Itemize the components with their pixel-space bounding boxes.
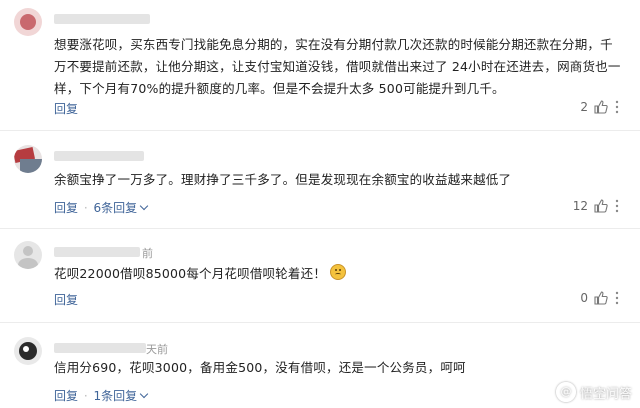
reply-button[interactable]: 回复 — [54, 102, 78, 116]
watermark-symbol: @ — [555, 382, 576, 402]
thumbs-up-icon[interactable] — [594, 100, 608, 114]
frowning-face-emoji-icon — [330, 264, 347, 280]
comment-text: 信用分690，花呗3000，备用金500，没有借呗，还是一个公务员，呵呵 — [54, 360, 466, 375]
chevron-down-icon — [139, 201, 149, 211]
replies-label: 1条回复 — [93, 389, 138, 403]
comment-text: 花呗22000借呗85000每个月花呗借呗轮着还！ — [54, 263, 622, 285]
avatar[interactable] — [14, 8, 42, 36]
comment-actions: 回复 — [54, 100, 78, 117]
like-control[interactable]: 12 — [573, 199, 620, 213]
watermark-logo: @ 悟空问答 — [555, 382, 632, 402]
comment-actions: 回复 · 1条回复 — [54, 387, 149, 404]
more-icon[interactable] — [614, 199, 620, 213]
view-replies-link[interactable]: 6条回复 — [93, 201, 149, 215]
username-redacted[interactable] — [54, 14, 150, 24]
like-count: 0 — [580, 291, 588, 305]
reply-button[interactable]: 回复 — [54, 201, 78, 215]
username-redacted[interactable] — [54, 151, 144, 161]
comment-actions: 回复 · 6条回复 — [54, 199, 149, 216]
thumbs-up-icon[interactable] — [594, 199, 608, 213]
comment-text: 想要涨花呗，买东西专门找能免息分期的，实在没有分期付款几次还款的时候能分期还款在… — [54, 37, 621, 96]
watermark-text: 悟空问答 — [579, 386, 632, 402]
comment-2: 余额宝挣了一万多了。理财挣了三千多了。但是发现现在余额宝的收益越来越低了 回复 … — [0, 131, 640, 227]
username-redacted[interactable] — [54, 343, 146, 353]
more-icon[interactable] — [614, 291, 620, 305]
comment-text: 余额宝挣了一万多了。理财挣了三千多了。但是发现现在余额宝的收益越来越低了 — [54, 172, 512, 187]
comment-4: 天前 信用分690，花呗3000，备用金500，没有借呗，还是一个公务员，呵呵 … — [0, 323, 640, 408]
separator: · — [83, 201, 88, 215]
chevron-down-icon — [139, 389, 149, 399]
timestamp: 天前 — [146, 343, 168, 356]
like-control[interactable]: 2 — [580, 100, 620, 114]
like-control[interactable]: 0 — [580, 291, 620, 305]
thumbs-up-icon[interactable] — [594, 291, 608, 305]
like-count: 2 — [580, 100, 588, 114]
comment-3: 前 花呗22000借呗85000每个月花呗借呗轮着还！ 回复 0 — [0, 229, 640, 321]
replies-label: 6条回复 — [93, 201, 138, 215]
like-count: 12 — [572, 199, 588, 213]
more-icon[interactable] — [614, 100, 620, 114]
view-replies-link[interactable]: 1条回复 — [93, 389, 149, 403]
separator: · — [83, 389, 88, 403]
username-redacted[interactable] — [54, 247, 140, 257]
comment-text-body: 花呗22000借呗85000每个月花呗借呗轮着还！ — [54, 266, 327, 281]
avatar[interactable] — [14, 241, 42, 269]
timestamp: 前 — [142, 247, 153, 260]
comment-1: 想要涨花呗，买东西专门找能免息分期的，实在没有分期付款几次还款的时候能分期还款在… — [0, 0, 640, 128]
reply-button[interactable]: 回复 — [54, 293, 78, 307]
reply-button[interactable]: 回复 — [54, 389, 78, 403]
comment-actions: 回复 — [54, 291, 78, 308]
avatar[interactable] — [14, 145, 42, 173]
avatar[interactable] — [14, 337, 42, 365]
